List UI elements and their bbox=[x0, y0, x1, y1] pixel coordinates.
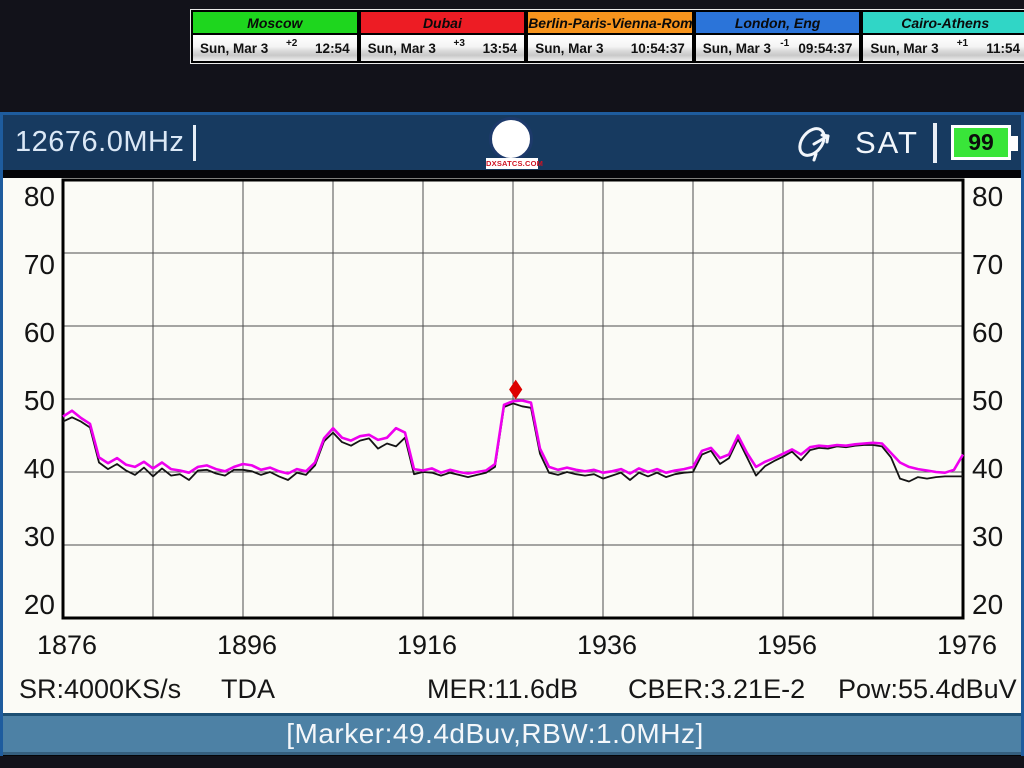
y-tick-label-right: 60 bbox=[972, 317, 1004, 348]
status-row: SR:4000KS/s TDA MER:11.6dB CBER:3.21E-2 … bbox=[3, 674, 1021, 710]
y-tick-label-left: 50 bbox=[23, 385, 55, 416]
y-tick-label-left: 30 bbox=[23, 521, 55, 552]
x-tick-label: 1976 bbox=[936, 630, 998, 660]
logo-text: DXSATCS.COM bbox=[486, 158, 544, 169]
symbol-rate-value: SR:4000KS/s bbox=[19, 674, 182, 704]
utc-offset: +1 bbox=[956, 37, 969, 49]
cber-value: CBER:3.21E-2 bbox=[628, 674, 806, 704]
clock-time: 11:54 bbox=[986, 40, 1020, 56]
mode-value: TDA bbox=[221, 674, 275, 704]
clock-city-dubai: Dubai bbox=[358, 10, 527, 35]
y-tick-label-right: 50 bbox=[972, 385, 1004, 416]
battery-tip bbox=[1011, 136, 1018, 151]
mer-value: MER:11.6dB bbox=[427, 674, 579, 704]
marker-readout-text: [Marker:49.4dBuv,RBW:1.0MHz] bbox=[286, 718, 704, 749]
header-divider bbox=[3, 170, 1021, 178]
clock-date: Sun, Mar 3 bbox=[367, 40, 436, 56]
x-tick-label: 1916 bbox=[396, 630, 458, 660]
sat-label: SAT bbox=[855, 124, 919, 160]
meter-header: 12676.0MHz DXSATCS.COM SAT 99 bbox=[3, 115, 1021, 170]
clock-time: 12:54 bbox=[315, 40, 350, 56]
utc-offset: +2 bbox=[285, 37, 298, 49]
power-value: Pow:55.4dBuV bbox=[838, 674, 1017, 704]
clock-city-moscow: Moscow bbox=[191, 10, 359, 35]
clock-time: 09:54:37 bbox=[798, 40, 853, 56]
satmeter-screen: Moscow Dubai Berlin-Paris-Vienna-Roma Lo… bbox=[0, 0, 1024, 768]
spectrum-area: 80 80 70 70 60 60 50 50 40 40 30 30 20 20 1876 1896 1916… bbox=[3, 178, 1021, 713]
clock-date: Sun, Mar 3 bbox=[870, 40, 939, 56]
y-tick-label-right: 30 bbox=[972, 521, 1004, 552]
clock-city-cairo-athens: Cairo-Athens bbox=[861, 10, 1024, 35]
marker-readout-bar: [Marker:49.4dBuv,RBW:1.0MHz] bbox=[3, 713, 1021, 755]
battery-level: 99 bbox=[968, 129, 994, 155]
y-tick-label-left: 60 bbox=[23, 317, 55, 348]
clock-time: 10:54:37 bbox=[630, 40, 685, 56]
y-tick-label-right: 40 bbox=[972, 453, 1004, 484]
world-clock-table: Moscow Dubai Berlin-Paris-Vienna-Roma Lo… bbox=[190, 9, 1024, 64]
meter-panel: 12676.0MHz DXSATCS.COM SAT 99 80 80 70 7… bbox=[0, 112, 1024, 756]
marker-diamond[interactable] bbox=[509, 379, 523, 400]
clock-date: Sun, Mar 3 bbox=[200, 40, 269, 56]
x-tick-label: 1936 bbox=[576, 630, 638, 660]
battery-indicator: 99 bbox=[951, 125, 1018, 160]
header-separator bbox=[933, 122, 937, 163]
frequency-input[interactable]: 12676.0MHz bbox=[15, 126, 184, 159]
y-tick-label-left: 40 bbox=[23, 453, 55, 484]
y-tick-label-right: 70 bbox=[972, 249, 1004, 280]
utc-offset: -1 bbox=[780, 37, 790, 49]
clock-time-london: Sun, Mar 3 -1 09:54:37 bbox=[693, 35, 862, 63]
y-tick-label-left: 20 bbox=[23, 589, 55, 620]
text-cursor bbox=[193, 124, 197, 161]
clock-time-berlin: Sun, Mar 3 10:54:37 bbox=[526, 35, 694, 63]
header-right-group: SAT 99 bbox=[793, 115, 1018, 170]
dxsatcs-logo: DXSATCS.COM bbox=[486, 116, 544, 170]
clock-time: 13:54 bbox=[482, 40, 518, 56]
clock-city-berlin-paris-vienna-roma: Berlin-Paris-Vienna-Roma bbox=[526, 10, 694, 35]
x-tick-label: 1876 bbox=[36, 630, 98, 660]
clock-city-row: Moscow Dubai Berlin-Paris-Vienna-Roma Lo… bbox=[191, 10, 1024, 35]
y-tick-label-right: 20 bbox=[972, 589, 1004, 620]
clock-time-row: Sun, Mar 3 +2 12:54 Sun, Mar 3 +3 13:54 Sun,… bbox=[191, 35, 1024, 63]
logo-circle bbox=[489, 117, 533, 161]
clock-time-moscow: Sun, Mar 3 +2 12:54 bbox=[191, 35, 359, 63]
clock-date: Sun, Mar 3 bbox=[702, 40, 772, 56]
utc-offset: +3 bbox=[453, 37, 465, 49]
clock-time-dubai: Sun, Mar 3 +3 13:54 bbox=[358, 35, 527, 63]
y-tick-label-right: 80 bbox=[972, 181, 1004, 212]
y-tick-label-left: 70 bbox=[23, 249, 55, 280]
spectrum-plot[interactable] bbox=[3, 178, 1021, 713]
satellite-dish-icon bbox=[798, 126, 830, 161]
x-tick-label: 1896 bbox=[216, 630, 278, 660]
clock-date: Sun, Mar 3 bbox=[535, 40, 604, 56]
clock-city-london: London, Eng bbox=[693, 10, 862, 35]
y-tick-label-left: 80 bbox=[23, 181, 55, 212]
x-tick-label: 1956 bbox=[756, 630, 818, 660]
clock-time-cairo: Sun, Mar 3 +1 11:54 bbox=[861, 35, 1024, 63]
